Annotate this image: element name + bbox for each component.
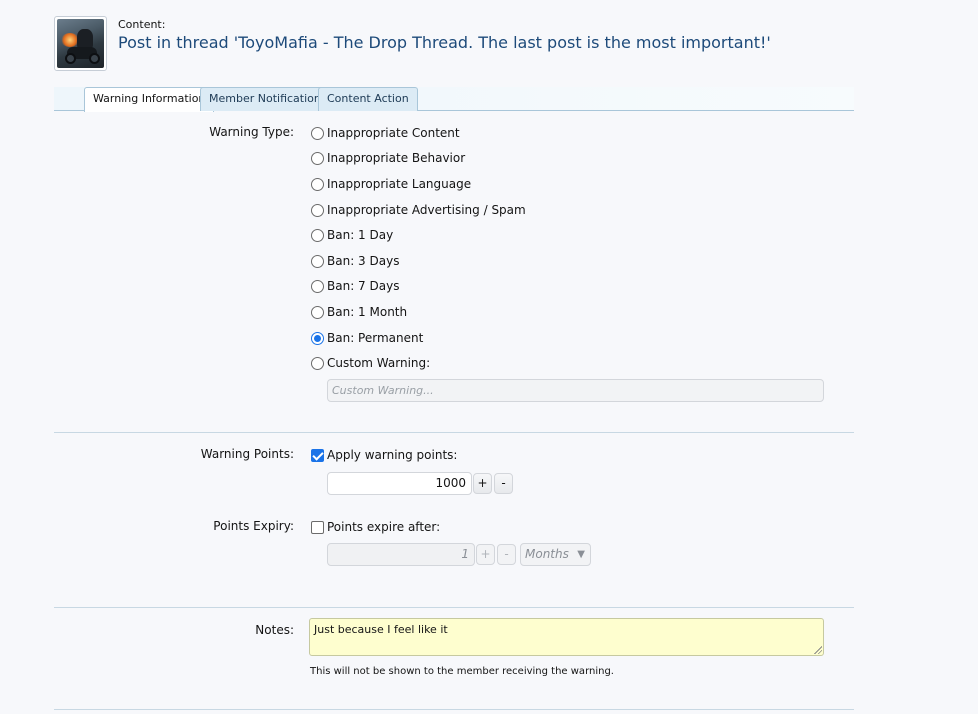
section-divider: [54, 607, 854, 608]
radio-option-ban-1-month[interactable]: Ban: 1 Month: [311, 303, 407, 321]
avatar-rider: [77, 29, 93, 49]
radio-option-ban-1-day[interactable]: Ban: 1 Day: [311, 226, 393, 244]
tab-content-action[interactable]: Content Action: [318, 87, 418, 111]
expiry-length-input[interactable]: 1: [327, 543, 475, 566]
notes-textarea[interactable]: Just because I feel like it: [309, 618, 824, 656]
apply-warning-points-option[interactable]: Apply warning points:: [311, 446, 457, 464]
warning-points-label: Warning Points:: [200, 447, 294, 461]
expiry-unit-select[interactable]: Months ▼: [520, 543, 591, 566]
radio-label: Inappropriate Advertising / Spam: [327, 203, 526, 217]
tab-member-notification[interactable]: Member Notification: [200, 87, 330, 111]
radio-button-selected[interactable]: [311, 331, 324, 345]
radio-option-inappropriate-advertising[interactable]: Inappropriate Advertising / Spam: [311, 201, 526, 219]
radio-label: Custom Warning:: [327, 356, 431, 370]
radio-label: Ban: 1 Day: [327, 228, 394, 242]
radio-label: Inappropriate Content: [327, 126, 460, 140]
expiry-decrement-button[interactable]: -: [497, 544, 516, 565]
radio-label: Inappropriate Behavior: [327, 151, 466, 165]
checkbox-label: Apply warning points:: [327, 448, 458, 462]
radio-button[interactable]: [311, 177, 324, 191]
radio-option-inappropriate-language[interactable]: Inappropriate Language: [311, 175, 471, 193]
radio-option-ban-3-days[interactable]: Ban: 3 Days: [311, 252, 399, 270]
points-expire-checkbox[interactable]: [311, 520, 324, 534]
content-header: Content: Post in thread 'ToyoMafia - The…: [54, 16, 854, 74]
radio-label: Inappropriate Language: [327, 177, 472, 191]
radio-label: Ban: 3 Days: [327, 254, 400, 268]
avatar[interactable]: [54, 16, 107, 71]
radio-button[interactable]: [311, 254, 324, 268]
radio-label: Ban: 1 Month: [327, 305, 408, 319]
expiry-increment-button[interactable]: +: [476, 544, 495, 565]
warning-points-decrement-button[interactable]: -: [494, 473, 513, 494]
radio-option-custom-warning[interactable]: Custom Warning:: [311, 354, 430, 372]
radio-button[interactable]: [311, 151, 324, 165]
radio-option-ban-permanent[interactable]: Ban: Permanent: [311, 329, 423, 347]
radio-label: Ban: Permanent: [327, 331, 424, 345]
content-label: Content:: [118, 18, 166, 31]
tabs-bar: Warning Information Member Notification …: [54, 87, 854, 112]
radio-button[interactable]: [311, 356, 324, 370]
notes-label: Notes:: [255, 623, 294, 637]
chevron-down-icon: ▼: [577, 549, 585, 560]
radio-button[interactable]: [311, 305, 324, 319]
radio-option-inappropriate-content[interactable]: Inappropriate Content: [311, 124, 460, 142]
notes-hint: This will not be shown to the member rec…: [310, 666, 614, 677]
radio-button[interactable]: [311, 279, 324, 293]
radio-label: Ban: 7 Days: [327, 279, 400, 293]
apply-warning-points-checkbox[interactable]: [311, 448, 324, 462]
radio-button[interactable]: [311, 126, 324, 140]
section-divider: [54, 432, 854, 433]
radio-option-inappropriate-behavior[interactable]: Inappropriate Behavior: [311, 149, 465, 167]
tab-warning-information[interactable]: Warning Information: [84, 87, 215, 112]
warning-points-increment-button[interactable]: +: [473, 473, 492, 494]
radio-option-ban-7-days[interactable]: Ban: 7 Days: [311, 277, 399, 295]
custom-warning-input[interactable]: Custom Warning...: [327, 379, 824, 402]
avatar-wheel: [65, 53, 76, 64]
content-title[interactable]: Post in thread 'ToyoMafia - The Drop Thr…: [118, 33, 771, 52]
resize-handle-icon[interactable]: [814, 646, 822, 654]
warning-points-input[interactable]: 1000: [327, 472, 472, 495]
checkbox-label: Points expire after:: [327, 520, 441, 534]
points-expiry-label: Points Expiry:: [213, 519, 294, 533]
notes-text: Just because I feel like it: [314, 623, 448, 636]
expiry-unit-value: Months: [525, 547, 569, 561]
avatar-wheel: [89, 53, 100, 64]
avatar-image: [57, 19, 104, 68]
warning-type-label: Warning Type:: [209, 125, 294, 139]
section-divider: [54, 709, 854, 710]
radio-button[interactable]: [311, 228, 324, 242]
radio-button[interactable]: [311, 203, 324, 217]
points-expire-option[interactable]: Points expire after:: [311, 518, 440, 536]
